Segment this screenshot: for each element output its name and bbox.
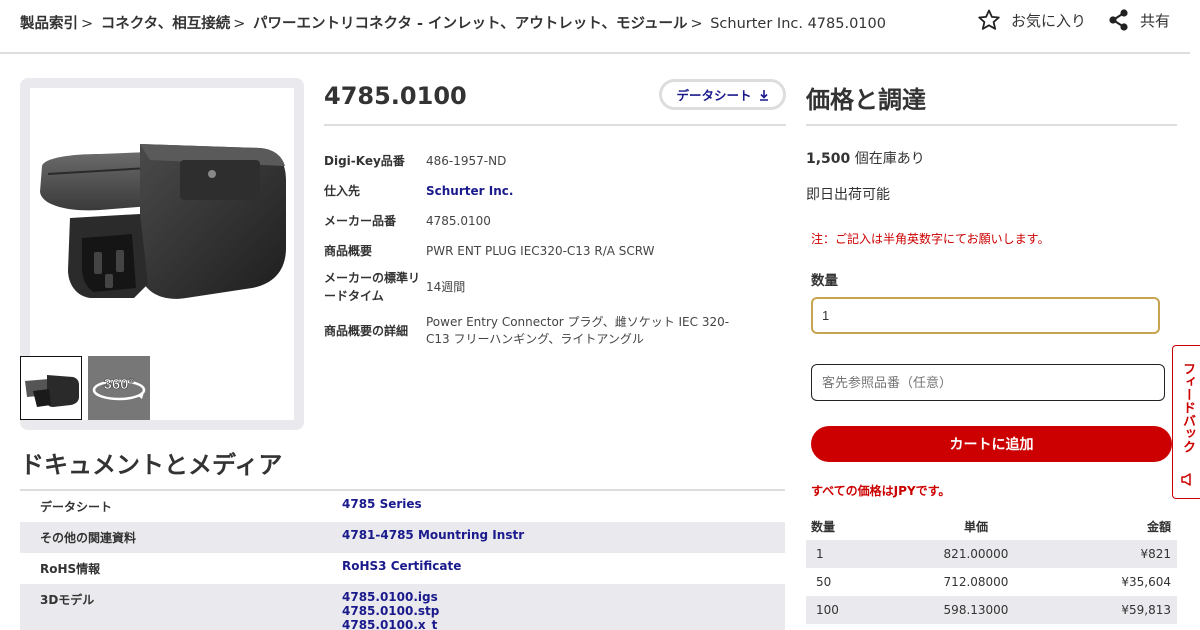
stock-status: 1,500 個在庫あり — [806, 148, 925, 168]
info-row-mfr-pn: メーカー品番 4785.0100 — [324, 206, 764, 236]
currency-note: すべての価格はJPYです。 — [811, 484, 951, 498]
megaphone-icon — [1181, 473, 1191, 486]
star-icon — [978, 9, 1000, 30]
info-value: 4785.0100 — [426, 213, 491, 228]
breadcrumb-separator: > — [81, 16, 94, 32]
info-row-lead-time: メーカーの標準リードタイム 14週間 — [324, 266, 764, 308]
feedback-tab[interactable]: フィードバック — [1172, 345, 1200, 499]
info-key: Digi-Key品番 — [324, 154, 405, 168]
breadcrumb-connectors[interactable]: コネクタ、相互接続 — [101, 16, 230, 32]
docs-section-title: ドキュメントとメディア — [20, 451, 283, 479]
docs-key: その他の関連資料 — [40, 531, 137, 545]
ship-note: 即日出荷可能 — [806, 187, 890, 203]
info-value: PWR ENT PLUG IEC320-C13 R/A SCRW — [426, 243, 655, 258]
breadcrumb-current: Schurter Inc. 4785.0100 — [710, 16, 886, 32]
doc-link[interactable]: RoHS3 Certificate — [342, 559, 461, 573]
docs-key: RoHS情報 — [40, 562, 101, 576]
docs-key: データシート — [40, 500, 113, 514]
view-360-label: 360° — [103, 376, 134, 393]
price-unit: 598.13000 — [943, 603, 1009, 617]
datasheet-button[interactable]: データシート — [659, 79, 786, 110]
price-row: 1 821.00000 ¥821 — [806, 540, 1177, 568]
divider — [324, 124, 786, 126]
share-button[interactable]: 共有 — [1108, 9, 1170, 31]
info-key: メーカー品番 — [324, 214, 397, 228]
info-key: メーカーの標準リードタイム — [324, 271, 421, 303]
info-key: 仕入先 — [324, 184, 361, 198]
pricing-title: 価格と調達 — [806, 86, 926, 114]
feedback-label: フィードバック — [1180, 362, 1195, 453]
stock-suffix: 個在庫あり — [850, 151, 925, 167]
favorite-button[interactable]: お気に入り — [977, 8, 1086, 32]
share-label: 共有 — [1139, 11, 1170, 30]
share-icon — [1109, 9, 1128, 31]
info-row-description: 商品概要 PWR ENT PLUG IEC320-C13 R/A SCRW — [324, 236, 764, 266]
breadcrumb-separator: > — [690, 16, 703, 32]
docs-row-3d-models: 3Dモデル 4785.0100.igs 4785.0100.stp 4785.0… — [20, 584, 785, 630]
download-icon — [759, 89, 768, 101]
doc-link[interactable]: 4785.0100.stp — [342, 604, 439, 618]
docs-row-rohs: RoHS情報 RoHS3 Certificate — [20, 553, 785, 584]
price-unit: 712.08000 — [943, 575, 1009, 589]
breadcrumb: 製品索引 > コネクタ、相互接続 > パワーエントリコネクタ - インレット、アウト… — [20, 12, 886, 33]
info-key: 商品概要 — [324, 244, 373, 258]
info-key: 商品概要の詳細 — [324, 324, 409, 338]
price-row: 50 712.08000 ¥35,604 — [806, 568, 1177, 596]
docs-table: データシート 4785 Series その他の関連資料 4781-4785 Mo… — [20, 491, 785, 630]
favorite-label: お気に入り — [1010, 11, 1086, 30]
price-table: 数量 単価 金額 1 821.00000 ¥821 50 712.08000 ¥… — [806, 512, 1177, 624]
power-connector-image — [40, 144, 286, 299]
customer-reference-input[interactable] — [811, 364, 1165, 401]
thumbnail-360-view[interactable]: 360° — [88, 356, 150, 420]
header-actions: お気に入り 共有 — [955, 8, 1170, 32]
info-row-detailed-description: 商品概要の詳細 Power Entry Connector プラグ、雌ソケット … — [324, 308, 764, 354]
header-quantity: 数量 — [811, 519, 836, 534]
quantity-label: 数量 — [811, 273, 838, 289]
datasheet-button-label: データシート — [676, 88, 752, 103]
top-bar: 製品索引 > コネクタ、相互接続 > パワーエントリコネクタ - インレット、アウト… — [0, 0, 1190, 54]
docs-row-datasheet: データシート 4785 Series — [20, 491, 785, 522]
header-amount: 金額 — [1146, 519, 1171, 534]
thumbnail-product[interactable] — [20, 356, 82, 420]
info-value: 486-1957-ND — [426, 153, 507, 168]
info-value: Power Entry Connector プラグ、雌ソケット IEC 320-… — [426, 315, 730, 346]
price-unit: 821.00000 — [943, 547, 1009, 561]
product-info-table: Digi-Key品番 486-1957-ND 仕入先 Schurter Inc.… — [324, 146, 764, 354]
add-to-cart-button[interactable]: カートに追加 — [811, 426, 1172, 462]
supplier-link[interactable]: Schurter Inc. — [426, 184, 513, 198]
breadcrumb-separator: > — [233, 16, 246, 32]
doc-link[interactable]: 4785 Series — [342, 497, 422, 511]
info-row-supplier: 仕入先 Schurter Inc. — [324, 176, 764, 206]
breadcrumb-power-entry[interactable]: パワーエントリコネクタ - インレット、アウトレット、モジュール — [253, 16, 687, 32]
price-total: ¥59,813 — [1121, 603, 1171, 617]
price-total: ¥821 — [1140, 547, 1171, 561]
header-unit-price: 単価 — [963, 519, 988, 534]
price-table-header: 数量 単価 金額 — [806, 512, 1177, 540]
breadcrumb-product-index[interactable]: 製品索引 — [20, 16, 78, 32]
docs-key: 3Dモデル — [40, 593, 95, 607]
divider — [806, 124, 1177, 126]
price-qty: 1 — [816, 547, 824, 561]
price-qty: 50 — [816, 575, 832, 589]
stock-count: 1,500 — [806, 151, 851, 167]
doc-link[interactable]: 4785.0100.x_t — [342, 618, 437, 630]
connector-thumbnail-image — [25, 375, 79, 407]
price-qty: 100 — [816, 603, 839, 617]
docs-row-other: その他の関連資料 4781-4785 Mountring Instr — [20, 522, 785, 553]
product-title: 4785.0100 — [324, 82, 467, 110]
input-note: 注：ご記入は半角英数字にてお願いします。 — [811, 232, 1050, 246]
doc-link[interactable]: 4785.0100.igs — [342, 590, 438, 604]
doc-link[interactable]: 4781-4785 Mountring Instr — [342, 528, 524, 542]
quantity-input[interactable] — [811, 297, 1160, 334]
price-total: ¥35,604 — [1121, 575, 1171, 589]
info-row-digikey-pn: Digi-Key品番 486-1957-ND — [324, 146, 764, 176]
price-row: 100 598.13000 ¥59,813 — [806, 596, 1177, 624]
product-image-panel: 360° — [20, 78, 304, 430]
info-value: 14週間 — [426, 279, 466, 294]
rotate-360-icon: 360° — [92, 376, 146, 401]
